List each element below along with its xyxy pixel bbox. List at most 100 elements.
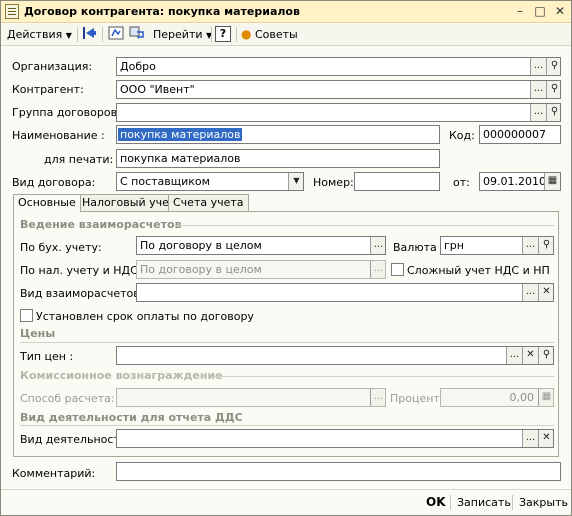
calculator-icon[interactable]: ▦ bbox=[538, 389, 553, 406]
back-arrow-icon[interactable] bbox=[81, 26, 99, 43]
comment-label: Комментарий: bbox=[12, 467, 96, 480]
org-field[interactable]: Добро ... ⚲ bbox=[116, 57, 561, 76]
tips-button[interactable]: ● Советы bbox=[241, 26, 298, 43]
calendar-icon[interactable]: ▦ bbox=[544, 173, 560, 190]
settlement-type-label: Вид взаиморасчетов: bbox=[20, 287, 144, 300]
currency-label: Валюта : bbox=[393, 241, 444, 254]
number-field[interactable] bbox=[354, 172, 440, 191]
name-value: покупка материалов bbox=[118, 128, 243, 141]
code-field[interactable]: 000000007 bbox=[479, 125, 561, 144]
contract-type-label: Вид договора: bbox=[12, 176, 96, 189]
document-structure-icon[interactable] bbox=[107, 26, 125, 43]
select-button[interactable]: ... bbox=[370, 237, 385, 254]
ok-button[interactable]: OK bbox=[426, 495, 446, 509]
replace-icon[interactable] bbox=[128, 26, 146, 43]
percent-field[interactable]: 0,00 ▦ bbox=[440, 388, 554, 407]
save-button[interactable]: Записать bbox=[457, 496, 511, 509]
payment-term-label: Установлен срок оплаты по договору bbox=[36, 310, 254, 323]
contract-window: Договор контрагента: покупка материалов … bbox=[0, 0, 572, 516]
dropdown-arrow-icon: ▼ bbox=[65, 31, 72, 40]
percent-value: 0,00 bbox=[509, 391, 535, 404]
search-icon[interactable]: ⚲ bbox=[546, 104, 560, 121]
date-field[interactable]: 09.01.2010 ▦ bbox=[479, 172, 561, 191]
complex-vat-checkbox[interactable] bbox=[391, 263, 404, 276]
number-label: Номер: bbox=[313, 176, 354, 189]
accounting-settlement-field[interactable]: По договору в целом ... bbox=[136, 236, 386, 255]
name-label: Наименование : bbox=[12, 129, 105, 142]
search-icon[interactable]: ⚲ bbox=[538, 347, 553, 364]
contract-type-value: С поставщиком bbox=[120, 175, 210, 188]
chevron-down-icon[interactable]: ▼ bbox=[288, 173, 303, 190]
search-icon[interactable]: ⚲ bbox=[546, 81, 560, 98]
document-icon bbox=[5, 4, 19, 19]
select-button[interactable]: ... bbox=[506, 347, 522, 364]
currency-value: грн bbox=[444, 239, 464, 252]
close-window-button[interactable]: ✕ bbox=[552, 4, 568, 19]
payment-term-checkbox[interactable] bbox=[20, 309, 33, 322]
footer-bar: OK Записать Закрыть bbox=[1, 489, 571, 515]
search-icon[interactable]: ⚲ bbox=[538, 237, 553, 254]
code-label: Код: bbox=[449, 129, 475, 142]
clear-icon[interactable]: ✕ bbox=[538, 430, 553, 447]
calc-method-field[interactable]: ... bbox=[116, 388, 386, 407]
currency-field[interactable]: грн ... ⚲ bbox=[440, 236, 554, 255]
toolbar: Действия ▼ Перейти ▼ ? ● Советы bbox=[1, 24, 571, 46]
percent-label: Процент: bbox=[390, 392, 444, 405]
select-button[interactable]: ... bbox=[370, 261, 385, 278]
goto-menu[interactable]: Перейти ▼ bbox=[153, 26, 212, 43]
group-label: Группа договоров: bbox=[12, 106, 121, 119]
accounting-label: По бух. учету: bbox=[20, 241, 102, 254]
select-button[interactable]: ... bbox=[530, 81, 546, 98]
print-label: для печати: bbox=[44, 153, 114, 166]
prices-section-header: Цены bbox=[20, 327, 56, 340]
section-divider bbox=[20, 425, 554, 426]
tab-accounts[interactable]: Счета учета bbox=[168, 194, 249, 211]
close-button[interactable]: Закрыть bbox=[519, 496, 568, 509]
price-type-label: Тип цен : bbox=[20, 350, 74, 363]
group-field[interactable]: ... ⚲ bbox=[116, 103, 561, 122]
help-button[interactable]: ? bbox=[215, 26, 231, 42]
search-icon[interactable]: ⚲ bbox=[546, 58, 560, 75]
section-divider bbox=[176, 225, 554, 226]
actions-menu-label: Действия bbox=[7, 28, 63, 41]
maximize-button[interactable]: □ bbox=[532, 4, 548, 19]
complex-vat-label: Сложный учет НДС и НП bbox=[407, 264, 550, 277]
toolbar-separator bbox=[77, 27, 78, 42]
from-label: от: bbox=[453, 176, 470, 189]
tax-settlement-field[interactable]: По договору в целом ... bbox=[136, 260, 386, 279]
accounting-settlement-value: По договору в целом bbox=[140, 239, 262, 252]
print-name-field[interactable]: покупка материалов bbox=[116, 149, 440, 168]
comment-field[interactable] bbox=[116, 462, 561, 481]
select-button[interactable]: ... bbox=[530, 58, 546, 75]
name-field[interactable]: покупка материалов bbox=[116, 125, 440, 144]
contractor-label: Контрагент: bbox=[12, 83, 84, 96]
lightbulb-icon: ● bbox=[241, 27, 252, 41]
toolbar-separator bbox=[102, 27, 103, 42]
select-button[interactable]: ... bbox=[530, 104, 546, 121]
clear-icon[interactable]: ✕ bbox=[538, 284, 553, 301]
clear-icon[interactable]: ✕ bbox=[522, 347, 538, 364]
actions-menu[interactable]: Действия ▼ bbox=[7, 26, 72, 43]
section-divider bbox=[211, 376, 554, 377]
minimize-button[interactable]: – bbox=[512, 4, 528, 19]
select-button[interactable]: ... bbox=[522, 284, 538, 301]
price-type-field[interactable]: ... ✕ ⚲ bbox=[116, 346, 554, 365]
contractor-field[interactable]: ООО "Ивент" ... ⚲ bbox=[116, 80, 561, 99]
select-button[interactable]: ... bbox=[370, 389, 385, 406]
section-divider bbox=[20, 342, 554, 343]
contract-type-select[interactable]: С поставщиком ▼ bbox=[116, 172, 304, 191]
select-button[interactable]: ... bbox=[522, 430, 538, 447]
date-value: 09.01.2010 bbox=[483, 175, 546, 188]
tax-accounting-label: По нал. учету и НДС: bbox=[20, 264, 142, 277]
print-name-value: покупка материалов bbox=[120, 152, 241, 165]
activity-field[interactable]: ... ✕ bbox=[116, 429, 554, 448]
select-button[interactable]: ... bbox=[522, 237, 538, 254]
code-value: 000000007 bbox=[483, 128, 546, 141]
footer-separator bbox=[512, 495, 513, 510]
tab-main[interactable]: Основные bbox=[13, 194, 81, 212]
footer-separator bbox=[450, 495, 451, 510]
tab-tax-accounting[interactable]: Налоговый учет bbox=[77, 194, 181, 211]
settlement-type-field[interactable]: ... ✕ bbox=[136, 283, 554, 302]
activity-section-header: Вид деятельности для отчета ДДС bbox=[20, 411, 243, 424]
title-bar: Договор контрагента: покупка материалов … bbox=[1, 1, 571, 23]
